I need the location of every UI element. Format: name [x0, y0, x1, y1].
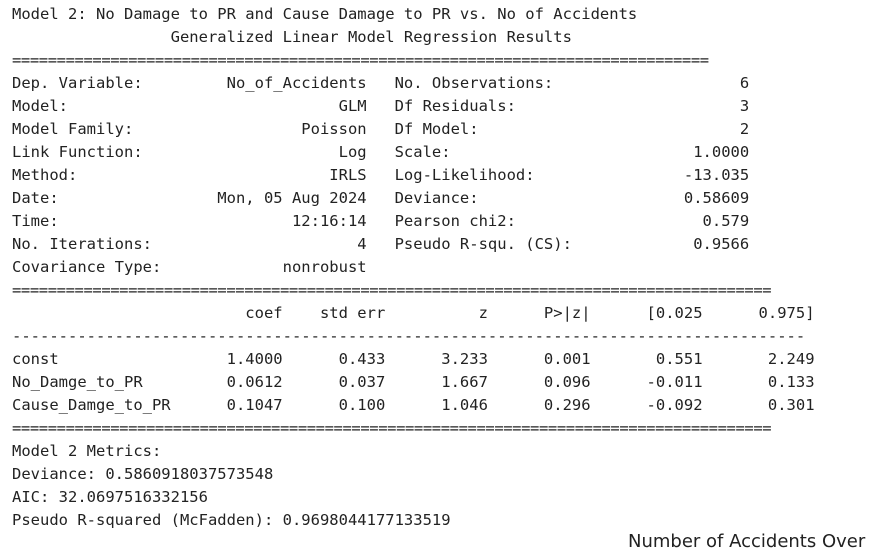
info-row-covariance: Covariance Type: nonrobust — [12, 258, 367, 276]
info-row-iterations: No. Iterations: 4 Pseudo R-squ. (CS): 0.… — [12, 235, 750, 253]
next-chart-title-partial: Number of Accidents Over — [628, 531, 866, 552]
metrics-pseudo-r2: Pseudo R-squared (McFadden): 0.969804417… — [12, 511, 451, 529]
info-row-link-function: Link Function: Log Scale: 1.0000 — [12, 143, 750, 161]
metrics-deviance: Deviance: 0.5860918037573548 — [12, 465, 274, 483]
info-row-date: Date: Mon, 05 Aug 2024 Deviance: 0.58609 — [12, 189, 750, 207]
metrics-aic: AIC: 32.0697516332156 — [12, 488, 208, 506]
coef-table-header: coef std err z P>|z| [0.025 0.975] — [12, 304, 815, 322]
metrics-heading: Model 2 Metrics: — [12, 442, 162, 460]
rule-dash: ----------------------------------------… — [12, 327, 806, 345]
info-row-time: Time: 12:16:14 Pearson chi2: 0.579 — [12, 212, 750, 230]
coef-row-const: const 1.4000 0.433 3.233 0.001 0.551 2.2… — [12, 350, 815, 368]
info-row-method: Method: IRLS Log-Likelihood: -13.035 — [12, 166, 750, 184]
info-row-model-family: Model Family: Poisson Df Model: 2 — [12, 120, 750, 138]
output-title: Model 2: No Damage to PR and Cause Damag… — [12, 5, 638, 23]
rule-bottom: ========================================… — [12, 419, 772, 437]
results-title: Generalized Linear Model Regression Resu… — [12, 28, 572, 46]
rule-mid: ========================================… — [12, 281, 772, 299]
coef-row-no-damage: No_Damge_to_PR 0.0612 0.037 1.667 0.096 … — [12, 373, 815, 391]
coef-row-cause-damage: Cause_Damge_to_PR 0.1047 0.100 1.046 0.2… — [12, 396, 815, 414]
info-row-model: Model: GLM Df Residuals: 3 — [12, 97, 750, 115]
rule-top: ========================================… — [12, 51, 709, 69]
notebook-output: Model 2: No Damage to PR and Cause Damag… — [12, 3, 815, 532]
info-row-dep-variable: Dep. Variable: No_of_Accidents No. Obser… — [12, 74, 750, 92]
